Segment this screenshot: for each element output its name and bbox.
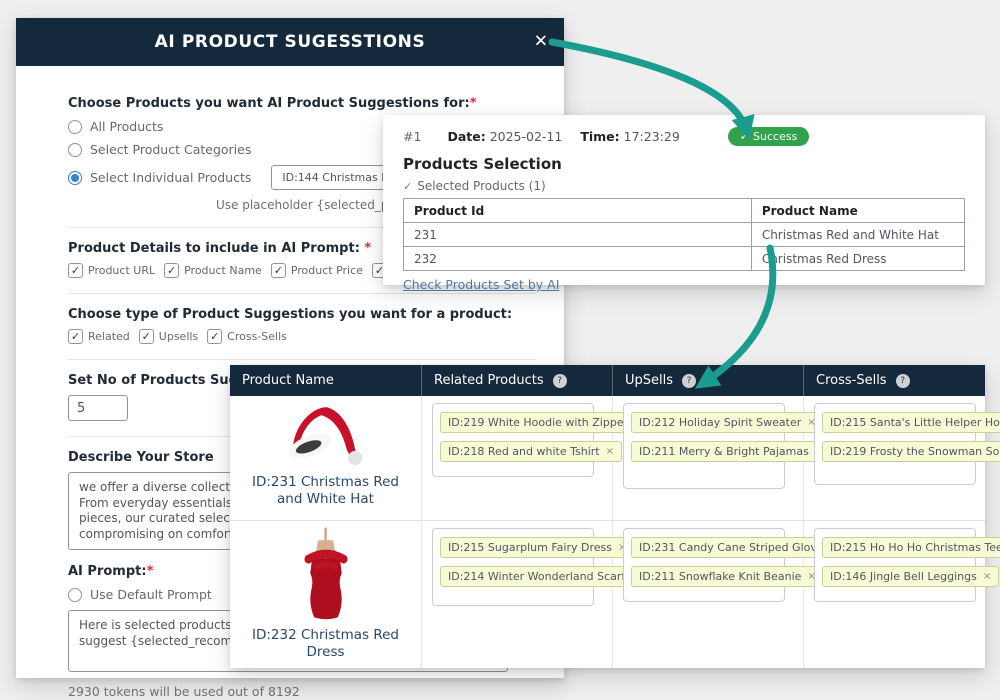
related-products-cell: ID:215 Sugarplum Fairy Dress× ID:214 Win… [422,521,613,668]
required-asterisk: * [147,564,154,579]
product-caption: ID:231 Christmas Red and White Hat [238,474,413,508]
close-icon[interactable]: ✕ [534,34,548,51]
suggestion-types-checkboxes: Related Upsells Cross-Sells [68,329,536,344]
col-header-upsells: UpSells? [613,365,804,396]
checkbox-cross-sells[interactable]: Cross-Sells [207,329,287,344]
chip-box: ID:212 Holiday Spirit Sweater× ID:211 Me… [623,403,785,489]
request-index: #1 [403,129,421,144]
cell-product-name: Christmas Red Dress [751,247,964,271]
col-header-related-products: Related Products? [422,365,613,396]
col-header-cross-sells: Cross-Sells? [804,365,985,396]
product-cell: ID:232 Christmas Red Dress [230,521,422,668]
radio-icon[interactable] [68,120,82,134]
chip-box: ID:231 Candy Cane Striped Gloves× ID:211… [623,528,785,602]
check-icon: ✓ [403,180,412,193]
check-icon: ✓ [740,130,749,143]
product-chip[interactable]: ID:218 Red and white Tshirt× [440,441,622,462]
radio-label: All Products [90,119,163,134]
checkbox-icon-checked[interactable] [164,263,179,278]
selected-products-subheading: ✓ Selected Products (1) [403,179,965,193]
table-row: ID:232 Christmas Red Dress ID:215 Sugarp… [230,521,985,668]
suggestion-types-label: Choose type of Product Suggestions you w… [68,307,536,322]
tokens-note: 2930 tokens will be used out of 8192 [68,684,536,699]
radio-label-default-prompt: Use Default Prompt [90,587,212,602]
checkbox-icon-checked[interactable] [271,263,286,278]
page-title: AI PRODUCT SUGESSTIONS [155,32,426,52]
radio-icon[interactable] [68,588,82,602]
table-row: 231 Christmas Red and White Hat [404,223,965,247]
selected-products-table: Product Id Product Name 231 Christmas Re… [403,198,965,271]
product-chip[interactable]: ID:215 Sugarplum Fairy Dress× [440,537,634,558]
santa-hat-image [267,401,385,469]
product-chip[interactable]: ID:211 Merry & Bright Pajamas× [631,441,831,462]
products-selection-heading: Products Selection [403,155,965,173]
chip-box: ID:215 Santa's Little Helper Hoodie× ID:… [814,403,976,485]
checkbox-icon-checked[interactable] [68,329,83,344]
cell-product-name: Christmas Red and White Hat [751,223,964,247]
suggestions-table-header: Product Name Related Products? UpSells? … [230,365,985,396]
check-products-link[interactable]: Check Products Set by AI [403,277,559,292]
request-result-card: #1 Date: 2025-02-11 Time: 17:23:29 ✓ Suc… [383,115,985,285]
checkbox-upsells[interactable]: Upsells [139,329,198,344]
request-date: Date: 2025-02-11 [447,129,562,144]
request-time: Time: 17:23:29 [580,129,679,144]
related-products-cell: ID:219 White Hoodie with Zipper× ID:218 … [422,396,613,520]
checkbox-icon-checked[interactable] [207,329,222,344]
col-header-product-name: Product Name [230,365,422,396]
product-cell: ID:231 Christmas Red and White Hat [230,396,422,520]
divider [68,359,536,360]
screenshot-stage: AI PRODUCT SUGESSTIONS ✕ Choose Products… [0,0,1000,700]
divider [68,293,536,294]
col-product-id: Product Id [404,199,752,223]
col-product-name: Product Name [751,199,964,223]
status-badge[interactable]: ✓ Success [728,127,810,146]
ai-suggestions-table-card: Product Name Related Products? UpSells? … [230,365,985,668]
radio-icon[interactable] [68,143,82,157]
radio-label: Select Individual Products [90,170,251,185]
upsells-cell: ID:212 Holiday Spirit Sweater× ID:211 Me… [613,396,804,520]
cross-sells-cell: ID:215 Santa's Little Helper Hoodie× ID:… [804,396,985,520]
table-row: 232 Christmas Red Dress [404,247,965,271]
modal-header: AI PRODUCT SUGESSTIONS ✕ [16,18,564,66]
checkbox-related[interactable]: Related [68,329,130,344]
radio-label: Select Product Categories [90,142,251,157]
required-asterisk: * [364,241,371,256]
checkbox-icon-checked[interactable] [68,263,83,278]
checkbox-icon-checked[interactable] [139,329,154,344]
choose-products-label: Choose Products you want AI Product Sugg… [68,96,536,111]
product-chip[interactable]: ID:215 Ho Ho Ho Christmas Tee× [822,537,1000,558]
red-dress-image [293,526,359,622]
product-chip[interactable]: ID:219 Frosty the Snowman Socks× [822,441,1000,462]
product-chip[interactable]: ID:146 Jingle Bell Leggings× [822,566,999,587]
help-icon[interactable]: ? [553,374,567,388]
table-header-row: Product Id Product Name [404,199,965,223]
num-suggestions-input[interactable] [68,395,128,421]
chip-remove-icon[interactable]: × [983,571,991,582]
checkbox-product-url[interactable]: Product URL [68,263,155,278]
cell-product-id: 232 [404,247,752,271]
cross-sells-cell: ID:215 Ho Ho Ho Christmas Tee× ID:146 Ji… [804,521,985,668]
radio-icon-checked[interactable] [68,171,82,185]
help-icon[interactable]: ? [682,374,696,388]
upsells-cell: ID:231 Candy Cane Striped Gloves× ID:211… [613,521,804,668]
table-row: ID:231 Christmas Red and White Hat ID:21… [230,396,985,521]
product-caption: ID:232 Christmas Red Dress [238,627,413,661]
chip-box: ID:219 White Hoodie with Zipper× ID:218 … [432,403,594,477]
required-asterisk: * [470,96,477,111]
cell-product-id: 231 [404,223,752,247]
product-chip[interactable]: ID:211 Snowflake Knit Beanie× [631,566,824,587]
request-meta-row: #1 Date: 2025-02-11 Time: 17:23:29 ✓ Suc… [403,127,965,145]
help-icon[interactable]: ? [896,374,910,388]
product-chip[interactable]: ID:215 Santa's Little Helper Hoodie× [822,412,1000,433]
checkbox-product-name[interactable]: Product Name [164,263,262,278]
chip-box: ID:215 Ho Ho Ho Christmas Tee× ID:146 Ji… [814,528,976,602]
checkbox-product-price[interactable]: Product Price [271,263,363,278]
chip-box: ID:215 Sugarplum Fairy Dress× ID:214 Win… [432,528,594,606]
product-chip[interactable]: ID:212 Holiday Spirit Sweater× [631,412,824,433]
